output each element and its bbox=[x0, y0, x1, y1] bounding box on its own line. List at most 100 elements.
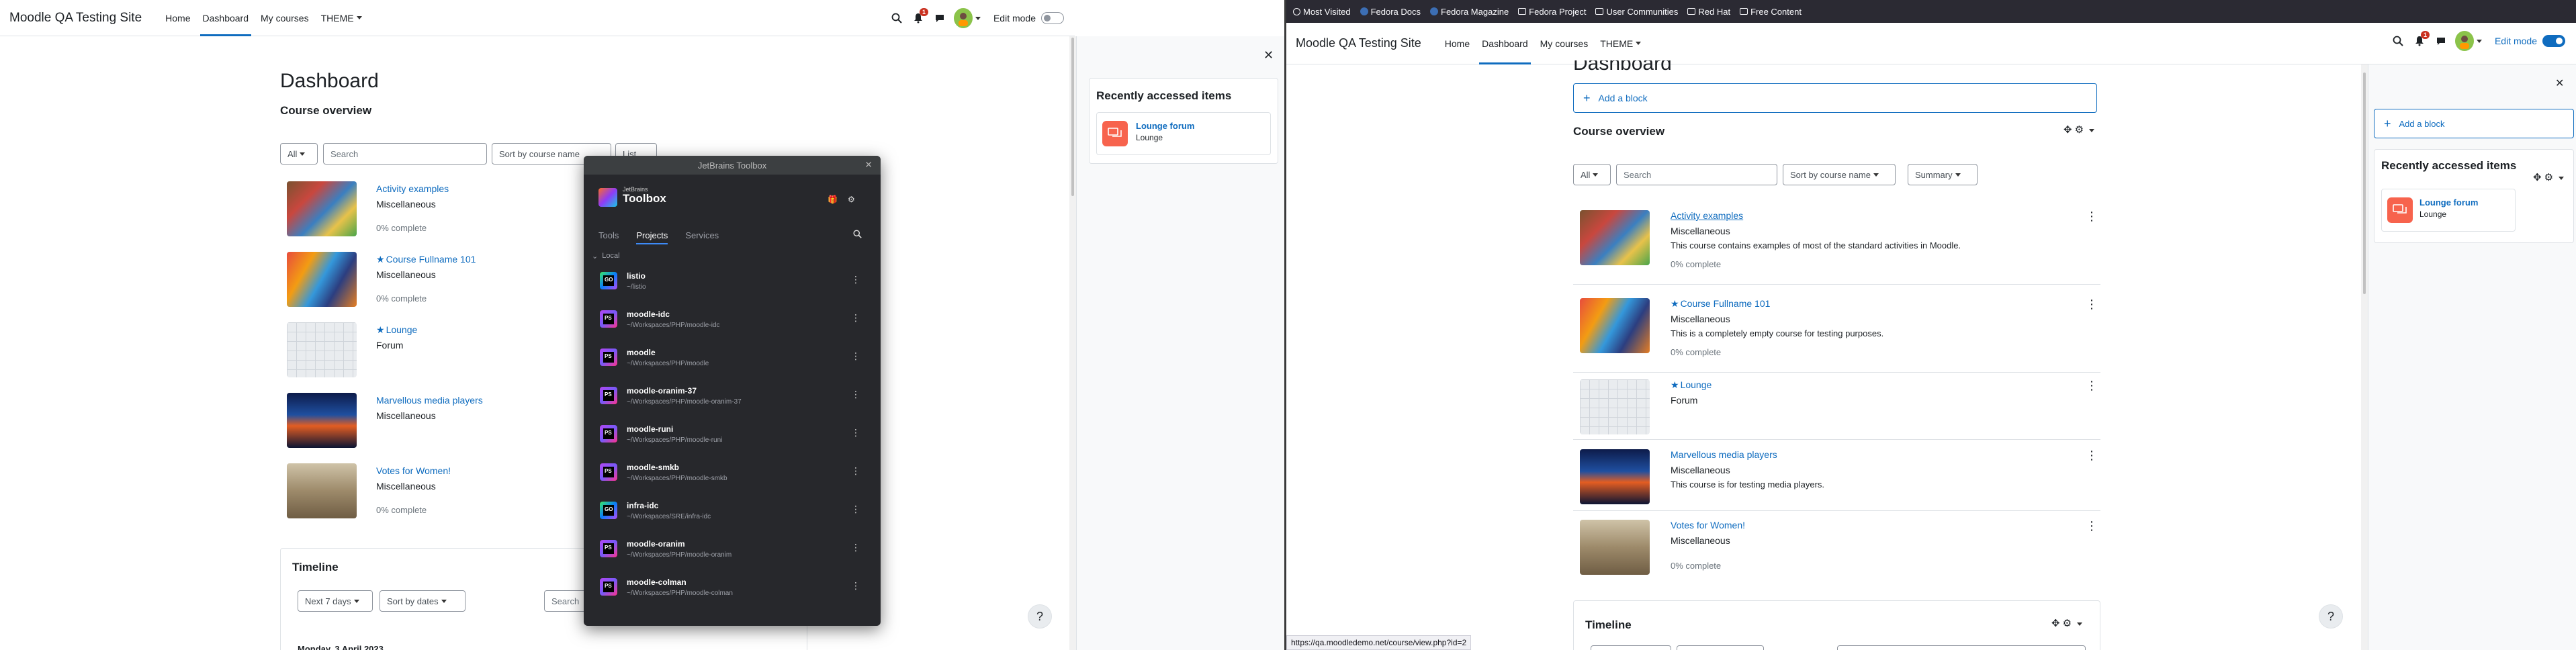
tab-tools[interactable]: Tools bbox=[598, 222, 619, 248]
more-icon[interactable]: ⋮ bbox=[851, 274, 860, 285]
tab-services[interactable]: Services bbox=[685, 222, 719, 248]
recent-item-name[interactable]: Lounge forum bbox=[1136, 121, 1194, 131]
filter-all-dropdown[interactable]: All bbox=[280, 143, 318, 165]
left-scrollbar[interactable] bbox=[1069, 36, 1076, 650]
gift-icon[interactable]: 🎁 bbox=[828, 195, 838, 204]
move-icon[interactable]: ✥ bbox=[2051, 618, 2063, 629]
left-scrollbar-thumb[interactable] bbox=[1071, 38, 1074, 196]
chevron-down-icon[interactable] bbox=[2559, 176, 2565, 180]
chevron-down-icon[interactable] bbox=[2089, 128, 2095, 132]
bookmark-fedora-magazine[interactable]: Fedora Magazine bbox=[1430, 7, 1509, 17]
course-image[interactable] bbox=[287, 322, 357, 377]
list-item[interactable]: PS moodle-colman ~/Workspaces/PHP/moodle… bbox=[584, 569, 881, 608]
search-icon[interactable] bbox=[853, 230, 862, 240]
right-scrollbar[interactable] bbox=[2361, 64, 2368, 650]
list-item[interactable]: PS moodle-smkb ~/Workspaces/PHP/moodle-s… bbox=[584, 455, 881, 493]
move-icon[interactable]: ✥ bbox=[2533, 172, 2544, 183]
list-item[interactable]: PS moodle-idc ~/Workspaces/PHP/moodle-id… bbox=[584, 301, 881, 340]
course-search-input[interactable]: Search bbox=[323, 143, 487, 165]
more-icon[interactable]: ⋮ bbox=[851, 465, 860, 477]
gear-icon[interactable]: ⚙ bbox=[2544, 172, 2556, 183]
user-menu[interactable] bbox=[953, 8, 981, 28]
chevron-down-icon[interactable] bbox=[2077, 622, 2083, 626]
course-image[interactable] bbox=[1580, 298, 1650, 353]
gear-icon[interactable]: ⚙ bbox=[2063, 618, 2074, 629]
course-name[interactable]: Votes for Women! bbox=[1671, 520, 1745, 530]
course-name-link[interactable]: ★ Lounge bbox=[376, 324, 417, 336]
more-icon[interactable]: ⋮ bbox=[2086, 449, 2098, 461]
bell-icon[interactable]: 1 bbox=[2412, 31, 2430, 48]
chat-icon[interactable] bbox=[2434, 34, 2448, 48]
more-icon[interactable]: ⋮ bbox=[851, 427, 860, 438]
search-icon[interactable] bbox=[2391, 34, 2405, 48]
nav-my-courses[interactable]: My courses bbox=[1540, 23, 1589, 64]
list-item[interactable]: PS moodle-oranim-37 ~/Workspaces/PHP/moo… bbox=[584, 378, 881, 416]
recent-item-name[interactable]: Lounge forum bbox=[2419, 197, 2478, 207]
course-image[interactable] bbox=[287, 181, 357, 236]
course-image[interactable] bbox=[287, 252, 357, 307]
course-name-link[interactable]: ★ Course Fullname 101 bbox=[1671, 298, 1770, 310]
timeline-search-input[interactable] bbox=[1837, 645, 2086, 650]
nav-dashboard[interactable]: Dashboard bbox=[1479, 23, 1531, 64]
bookmark-red-hat[interactable]: Red Hat bbox=[1687, 7, 1730, 17]
bookmark-free-content[interactable]: Free Content bbox=[1740, 7, 1802, 17]
course-name[interactable]: Votes for Women! bbox=[376, 465, 451, 476]
close-icon[interactable]: ✕ bbox=[864, 159, 873, 171]
user-menu[interactable] bbox=[2454, 31, 2482, 51]
nav-dashboard[interactable]: Dashboard bbox=[199, 0, 251, 36]
more-icon[interactable]: ⋮ bbox=[851, 580, 860, 592]
recent-item-card[interactable]: Lounge forum Lounge bbox=[2381, 189, 2516, 232]
nav-home[interactable]: Home bbox=[1445, 23, 1470, 64]
bell-icon[interactable]: 1 bbox=[911, 8, 928, 26]
right-scrollbar-thumb[interactable] bbox=[2363, 73, 2366, 294]
more-icon[interactable]: ⋮ bbox=[851, 351, 860, 362]
timeline-sort-dropdown[interactable] bbox=[1677, 645, 1764, 650]
more-icon[interactable]: ⋮ bbox=[2086, 379, 2098, 391]
list-item[interactable]: PS moodle-oranim ~/Workspaces/PHP/moodle… bbox=[584, 531, 881, 569]
more-icon[interactable]: ⋮ bbox=[851, 312, 860, 324]
bookmark-most-visited[interactable]: Most Visited bbox=[1293, 7, 1351, 17]
more-icon[interactable]: ⋮ bbox=[2086, 298, 2098, 310]
course-name[interactable]: Marvellous media players bbox=[1671, 449, 1777, 460]
list-item[interactable]: PS moodle ~/Workspaces/PHP/moodle ⋮ bbox=[584, 340, 881, 378]
site-name[interactable]: Moodle QA Testing Site bbox=[9, 11, 142, 26]
sort-dropdown[interactable]: Sort by course name bbox=[1783, 164, 1896, 185]
nav-theme[interactable]: THEME bbox=[1600, 23, 1642, 64]
site-name[interactable]: Moodle QA Testing Site bbox=[1296, 36, 1421, 50]
more-icon[interactable]: ⋮ bbox=[851, 389, 860, 400]
add-block-button[interactable]: + Add a block bbox=[2374, 109, 2574, 138]
add-block-button[interactable]: + Add a block bbox=[1573, 83, 2097, 113]
more-icon[interactable]: ⋮ bbox=[2086, 520, 2098, 532]
view-dropdown[interactable]: Summary bbox=[1908, 164, 1978, 185]
course-image[interactable] bbox=[1580, 210, 1650, 265]
tab-projects[interactable]: Projects bbox=[636, 222, 668, 248]
toolbox-section-local[interactable]: ⌄ Local bbox=[584, 248, 881, 263]
more-icon[interactable]: ⋮ bbox=[851, 542, 860, 553]
bookmark-user-communities[interactable]: User Communities bbox=[1595, 7, 1678, 17]
timeline-range-dropdown[interactable] bbox=[1591, 645, 1671, 650]
course-name[interactable]: Activity examples bbox=[376, 183, 449, 194]
list-item[interactable]: GO infra-idc ~/Workspaces/SRE/infra-idc … bbox=[584, 493, 881, 531]
nav-theme[interactable]: THEME bbox=[321, 0, 362, 36]
bookmark-fedora-project[interactable]: Fedora Project bbox=[1518, 7, 1586, 17]
list-item[interactable]: PS moodle-runi ~/Workspaces/PHP/moodle-r… bbox=[584, 416, 881, 455]
course-name-link[interactable]: ★ Course Fullname 101 bbox=[376, 254, 476, 265]
search-icon[interactable] bbox=[889, 11, 904, 26]
course-image[interactable] bbox=[287, 393, 357, 448]
help-button[interactable]: ? bbox=[1028, 604, 1052, 629]
recent-item-card[interactable]: Lounge forum Lounge bbox=[1096, 112, 1271, 155]
course-search-input[interactable]: Search bbox=[1616, 164, 1777, 185]
close-icon[interactable]: ✕ bbox=[2555, 77, 2564, 90]
more-icon[interactable]: ⋮ bbox=[2086, 210, 2098, 222]
close-icon[interactable]: ✕ bbox=[1263, 48, 1274, 62]
toolbox-titlebar[interactable]: JetBrains Toolbox ✕ bbox=[584, 156, 881, 175]
course-image[interactable] bbox=[1580, 449, 1650, 504]
list-item[interactable]: GO listio ~/listio ⋮ bbox=[584, 263, 881, 301]
course-image[interactable] bbox=[1580, 379, 1650, 434]
course-image[interactable] bbox=[1580, 520, 1650, 575]
course-image[interactable] bbox=[287, 463, 357, 518]
course-name-link[interactable]: ★ Lounge bbox=[1671, 379, 1712, 391]
timeline-sort-dropdown[interactable]: Sort by dates bbox=[380, 590, 465, 612]
filter-all-dropdown[interactable]: All bbox=[1573, 164, 1611, 185]
help-button[interactable]: ? bbox=[2319, 604, 2343, 629]
